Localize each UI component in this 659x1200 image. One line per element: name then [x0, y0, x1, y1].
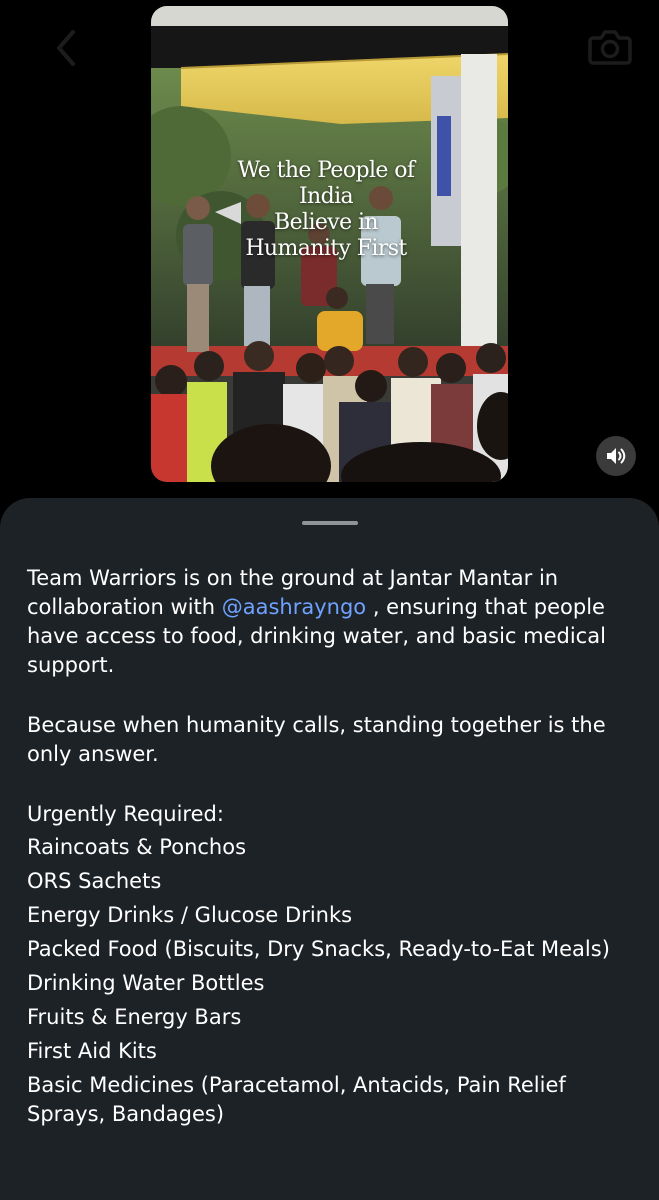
caption-paragraph-2: Because when humanity calls, standing to… [27, 713, 606, 766]
story-screen: We the People of India Believe in Humani… [0, 0, 659, 1200]
volume-button[interactable] [596, 436, 636, 476]
post-caption: Team Warriors is on the ground at Jantar… [27, 564, 637, 1134]
camera-button[interactable] [586, 24, 634, 70]
video-caption-overlay: We the People of India Believe in Humani… [237, 158, 415, 261]
sheet-grabber-handle[interactable] [302, 521, 358, 525]
required-heading: Urgently Required: [27, 802, 224, 826]
caption-paragraph-1: Team Warriors is on the ground at Jantar… [27, 564, 637, 680]
list-item: Energy Drinks / Glucose Drinks [27, 903, 353, 927]
mention-link[interactable]: @aashrayngo [222, 595, 366, 619]
required-items-list: Raincoats & Ponchos ORS Sachets Energy D… [27, 833, 637, 1129]
list-item: Fruits & Energy Bars [27, 1005, 242, 1029]
list-item: First Aid Kits [27, 1039, 157, 1063]
back-button[interactable] [44, 24, 88, 72]
caption-sheet[interactable]: Team Warriors is on the ground at Jantar… [0, 498, 659, 1200]
chevron-left-icon [57, 30, 75, 66]
speaker-on-icon [607, 448, 626, 464]
list-item: Packed Food (Biscuits, Dry Snacks, Ready… [27, 937, 610, 961]
camera-icon [588, 30, 632, 65]
video-player[interactable]: We the People of India Believe in Humani… [151, 6, 508, 482]
list-item: Basic Medicines (Paracetamol, Antacids, … [27, 1073, 566, 1126]
list-item: Drinking Water Bottles [27, 971, 265, 995]
list-item: ORS Sachets [27, 869, 162, 893]
list-item: Raincoats & Ponchos [27, 835, 247, 859]
